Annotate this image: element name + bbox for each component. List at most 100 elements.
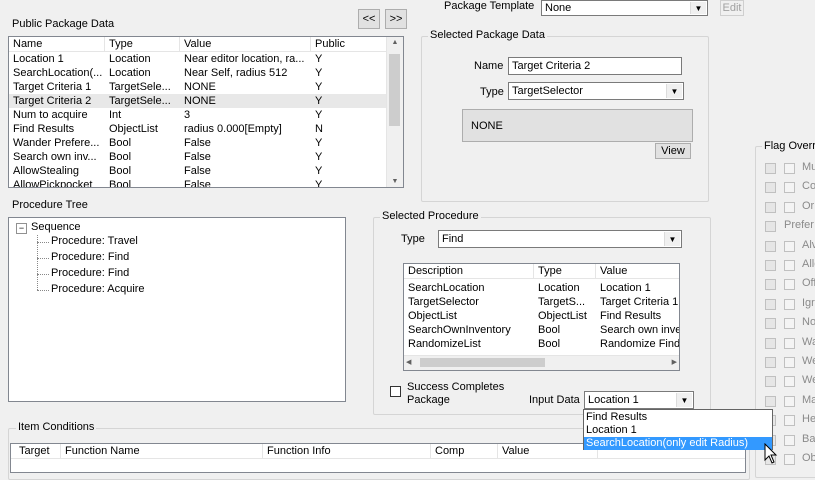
flag-override-checkbox[interactable] xyxy=(765,298,776,310)
flag-value-checkbox[interactable] xyxy=(784,415,795,427)
flag-value-checkbox[interactable] xyxy=(784,260,795,271)
hscroll-thumb[interactable] xyxy=(420,358,545,367)
flag-value-checkbox[interactable] xyxy=(784,454,795,465)
col-public[interactable]: Public xyxy=(311,37,387,51)
flag-value-checkbox[interactable] xyxy=(784,376,795,388)
tree-item-procedure[interactable]: Procedure: Find xyxy=(51,251,129,263)
package-type-select[interactable]: TargetSelector ▼ xyxy=(508,82,684,100)
success-completes-checkbox[interactable] xyxy=(390,386,401,397)
flag-override-checkbox[interactable] xyxy=(765,279,776,291)
col-function-info[interactable]: Function Info xyxy=(263,444,431,458)
procedure-params-list[interactable]: Description Type Value SearchLocation Loc… xyxy=(403,263,680,371)
flag-override-checkbox[interactable] xyxy=(765,376,776,388)
flag-override-checkbox[interactable] xyxy=(765,357,776,368)
cell-value: Location 1 xyxy=(600,282,651,294)
flag-value-checkbox[interactable] xyxy=(784,298,795,310)
table-row[interactable]: Num to acquire Int 3 Y xyxy=(9,108,387,122)
flag-value-checkbox[interactable] xyxy=(784,434,795,446)
chevron-down-icon[interactable]: ▼ xyxy=(664,232,680,246)
package-value-text: NONE xyxy=(471,119,503,132)
table-row[interactable]: SearchLocation(... Location Near Self, rad… xyxy=(9,66,387,80)
table-row[interactable]: AllowPickpocket Bool False Y xyxy=(9,178,387,188)
package-name-field[interactable]: Target Criteria 2 xyxy=(508,57,682,75)
flag-override-checkbox[interactable] xyxy=(765,182,776,194)
table-row[interactable]: RandomizeList Bool Randomize Find xyxy=(404,337,679,351)
flag-override-checkbox[interactable] xyxy=(765,240,776,252)
scroll-thumb[interactable] xyxy=(389,54,400,126)
tree-item-procedure[interactable]: Procedure: Find xyxy=(51,267,129,279)
table-row[interactable]: SearchLocation Location Location 1 xyxy=(404,281,679,295)
scroll-down-arrow[interactable]: ▼ xyxy=(387,178,403,185)
public-package-scrollbar[interactable]: ▲ ▼ xyxy=(386,37,403,187)
table-row[interactable]: Wander Prefere... Bool False Y xyxy=(9,136,387,150)
tree-item-procedure[interactable]: Procedure: Travel xyxy=(51,235,138,247)
table-row[interactable]: Location 1 Location Near editor location, … xyxy=(9,52,387,66)
cell-name: Target Criteria 2 xyxy=(13,95,92,107)
flag-label: We xyxy=(802,374,815,387)
flag-override-checkbox[interactable] xyxy=(765,260,776,271)
flag-override-checkbox[interactable] xyxy=(765,201,776,213)
col-type[interactable]: Type xyxy=(105,37,180,51)
table-row[interactable]: ObjectList ObjectList Find Results xyxy=(404,309,679,323)
flag-label: Wa xyxy=(802,335,815,348)
table-row[interactable]: TargetSelector TargetS... Target Criteria … xyxy=(404,295,679,309)
cell-type: Bool xyxy=(109,179,132,188)
scroll-up-arrow[interactable]: ▲ xyxy=(387,39,403,46)
flag-value-checkbox[interactable] xyxy=(784,201,795,213)
flag-override-checkbox[interactable] xyxy=(765,163,776,174)
procedure-tree[interactable]: − Sequence Procedure: Travel Procedure: F… xyxy=(8,217,346,402)
tree-expander[interactable]: − xyxy=(16,223,27,234)
table-row[interactable]: Target Criteria 1 TargetSele... NONE Y xyxy=(9,80,387,94)
tree-item-procedure[interactable]: Procedure: Acquire xyxy=(51,283,145,295)
table-row[interactable]: Search own inv... Bool False Y xyxy=(9,150,387,164)
table-row[interactable]: AllowStealing Bool False Y xyxy=(9,164,387,178)
chevron-down-icon[interactable]: ▼ xyxy=(666,84,682,98)
nav-prev-button[interactable]: << xyxy=(358,9,380,29)
flag-value-checkbox[interactable] xyxy=(784,279,795,291)
chevron-down-icon[interactable]: ▼ xyxy=(676,393,692,407)
flag-value-checkbox[interactable] xyxy=(784,395,795,407)
public-package-list[interactable]: Name Type Value Public Location 1 Locatio… xyxy=(8,36,404,188)
col-type[interactable]: Type xyxy=(534,264,596,278)
input-data-dropdown[interactable]: Find Results Location 1 SearchLocation(onl… xyxy=(583,409,773,450)
tree-root-sequence[interactable]: Sequence xyxy=(31,221,81,233)
scroll-left-arrow[interactable]: ◀ xyxy=(406,358,411,366)
flag-value-checkbox[interactable] xyxy=(784,357,795,368)
chevron-down-icon[interactable]: ▼ xyxy=(690,2,706,14)
flag-override-checkbox[interactable] xyxy=(765,395,776,407)
dropdown-option[interactable]: SearchLocation(only edit Radius) xyxy=(584,437,772,450)
col-function-name[interactable]: Function Name xyxy=(61,444,263,458)
flag-value-checkbox[interactable] xyxy=(784,163,795,174)
flag-override-checkbox[interactable] xyxy=(765,337,776,349)
col-value[interactable]: Value xyxy=(180,37,311,51)
dropdown-option[interactable]: Find Results xyxy=(584,411,772,424)
flag-value-checkbox[interactable] xyxy=(784,318,795,330)
cell-value: False xyxy=(184,179,211,188)
flag-value-checkbox[interactable] xyxy=(784,182,795,194)
scroll-right-arrow[interactable]: ▶ xyxy=(672,358,677,366)
table-row[interactable]: Target Criteria 2 TargetSele... NONE Y xyxy=(9,94,387,108)
flag-label: Prefer xyxy=(784,219,814,232)
flag-value-checkbox[interactable] xyxy=(784,337,795,349)
dropdown-option[interactable]: Location 1 xyxy=(584,424,772,437)
col-target[interactable]: Target xyxy=(11,444,61,458)
input-data-select[interactable]: Location 1 ▼ xyxy=(584,391,694,409)
flag-value-checkbox[interactable] xyxy=(784,240,795,252)
view-button[interactable]: View xyxy=(655,143,691,159)
table-row[interactable]: SearchOwnInventory Bool Search own inve xyxy=(404,323,679,337)
col-value[interactable]: Value xyxy=(596,264,679,278)
nav-next-button[interactable]: >> xyxy=(385,9,407,29)
package-value-display[interactable]: NONE xyxy=(462,109,693,142)
package-template-select[interactable]: None ▼ xyxy=(541,0,708,16)
cell-public: Y xyxy=(315,165,323,177)
table-row[interactable]: Find Results ObjectList radius 0.000[Empty… xyxy=(9,122,387,136)
procedure-type-select[interactable]: Find ▼ xyxy=(438,230,682,248)
col-comp[interactable]: Comp xyxy=(431,444,498,458)
cell-type: Location xyxy=(109,53,151,65)
edit-template-button[interactable]: Edit xyxy=(720,0,744,16)
flag-override-checkbox[interactable] xyxy=(765,318,776,330)
flag-override-checkbox[interactable] xyxy=(765,221,776,233)
horizontal-scrollbar[interactable]: ◀ ▶ xyxy=(404,355,679,370)
col-description[interactable]: Description xyxy=(404,264,534,278)
col-name[interactable]: Name xyxy=(9,37,105,51)
